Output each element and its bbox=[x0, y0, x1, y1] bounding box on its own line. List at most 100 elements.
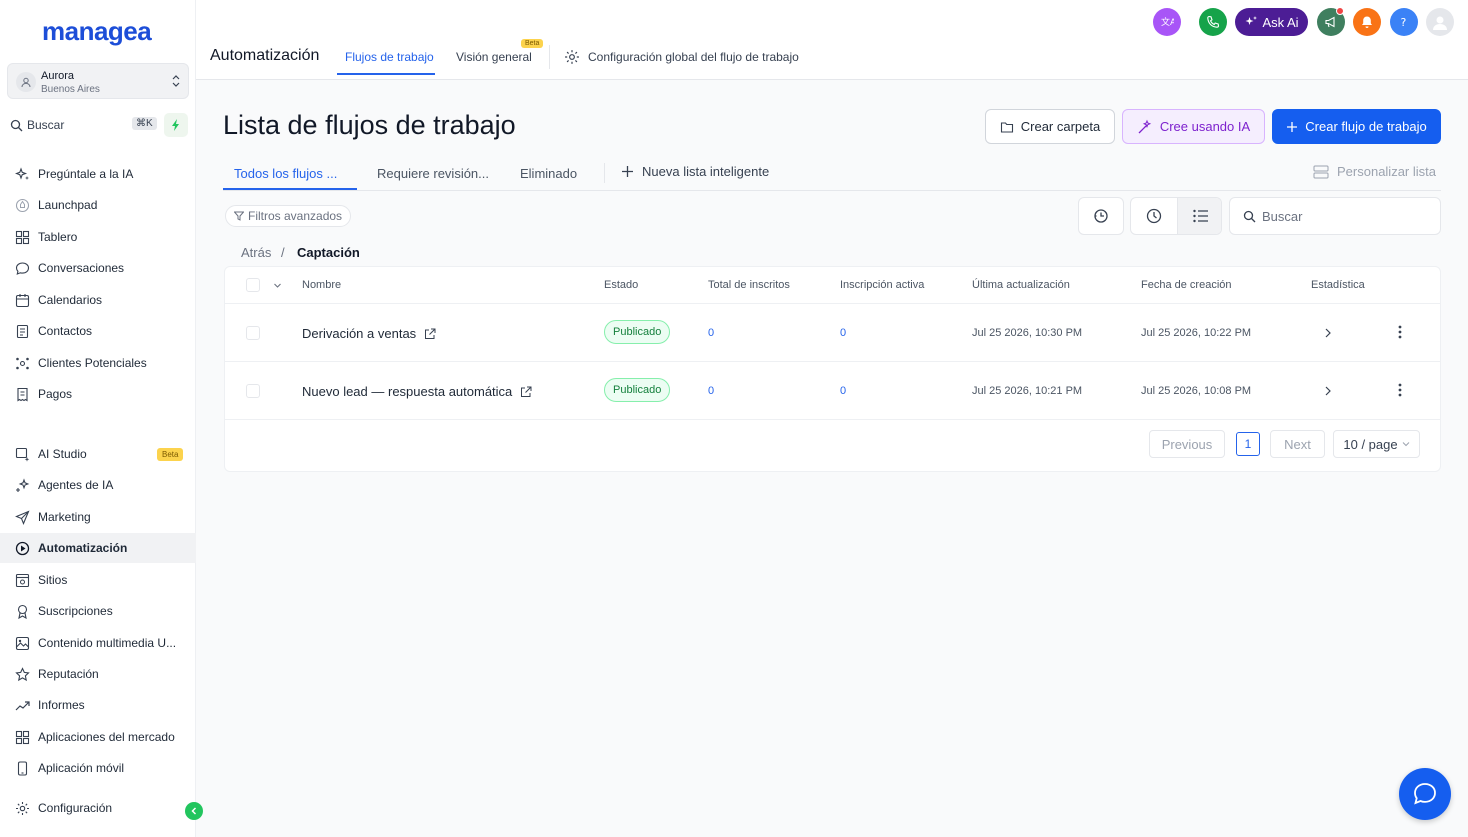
search-input[interactable] bbox=[1262, 208, 1432, 224]
sidebar-item-dashboard[interactable]: Tablero bbox=[0, 222, 196, 252]
support-chat-button[interactable] bbox=[1399, 768, 1451, 820]
calendar-icon bbox=[15, 293, 30, 308]
location-switcher[interactable]: Aurora Buenos Aires bbox=[7, 63, 189, 99]
create-with-ai-button[interactable]: Cree usando IA bbox=[1122, 109, 1265, 144]
column-header-statistics[interactable]: Estadística bbox=[1311, 279, 1365, 291]
sidebar-item-calendars[interactable]: Calendarios bbox=[0, 285, 196, 315]
active-enrollment[interactable]: 0 bbox=[840, 385, 846, 397]
trend-icon bbox=[15, 698, 30, 713]
page-size-select[interactable]: 10 / page bbox=[1333, 430, 1420, 458]
external-link-icon[interactable] bbox=[520, 386, 532, 398]
sidebar-item-reputation[interactable]: Reputación bbox=[0, 659, 196, 689]
page-number-button[interactable]: 1 bbox=[1236, 432, 1260, 456]
sidebar-item-ai-agents[interactable]: Agentes de IA bbox=[0, 470, 196, 500]
user-avatar[interactable] bbox=[1426, 8, 1454, 36]
notifications-button[interactable] bbox=[1353, 8, 1381, 36]
tabs-divider bbox=[223, 190, 1441, 191]
translate-button[interactable]: 文A bbox=[1153, 8, 1181, 36]
sidebar-item-launchpad[interactable]: Launchpad bbox=[0, 190, 196, 220]
phone-button[interactable] bbox=[1199, 8, 1227, 36]
section-title: Automatización bbox=[210, 47, 320, 64]
select-all-checkbox[interactable] bbox=[246, 278, 260, 292]
row-checkbox[interactable] bbox=[246, 326, 260, 340]
chevron-down-icon[interactable] bbox=[273, 281, 282, 290]
quick-action-button[interactable] bbox=[164, 113, 188, 137]
sidebar-item-payments[interactable]: Pagos bbox=[0, 379, 196, 409]
chevron-right-icon[interactable] bbox=[1323, 327, 1333, 339]
active-enrollment[interactable]: 0 bbox=[840, 327, 846, 339]
workflow-search[interactable] bbox=[1229, 197, 1441, 235]
breadcrumb-back-link[interactable]: Atrás bbox=[241, 245, 271, 260]
clock-view-button[interactable] bbox=[1131, 198, 1177, 234]
kebab-menu-icon[interactable] bbox=[1397, 324, 1403, 340]
sidebar-item-marketplace[interactable]: Aplicaciones del mercado bbox=[0, 722, 196, 752]
sidebar-item-automation[interactable]: Automatización bbox=[0, 533, 196, 563]
gear-icon bbox=[564, 49, 580, 65]
tab-global-settings[interactable]: Configuración global del flujo de trabaj… bbox=[588, 50, 799, 64]
tab-workflows[interactable]: Flujos de trabajo bbox=[345, 50, 434, 64]
tab-overview[interactable]: Visión general bbox=[456, 50, 532, 64]
brand-logo[interactable]: managea bbox=[42, 16, 152, 47]
create-workflow-button[interactable]: Crear flujo de trabajo bbox=[1272, 109, 1441, 144]
create-workflow-label: Crear flujo de trabajo bbox=[1305, 119, 1427, 134]
help-button[interactable]: ? bbox=[1390, 8, 1418, 36]
sidebar-item-marketing[interactable]: Marketing bbox=[0, 502, 196, 532]
column-header-active-enrollment[interactable]: Inscripción activa bbox=[840, 279, 924, 291]
tab-deleted[interactable]: Eliminado bbox=[520, 166, 577, 181]
collapse-sidebar-button[interactable] bbox=[185, 802, 203, 820]
external-link-icon[interactable] bbox=[424, 328, 436, 340]
workflow-name-text: Derivación a ventas bbox=[302, 326, 417, 341]
workflow-name-text: Nuevo lead — respuesta automática bbox=[302, 384, 513, 399]
sidebar-item-ask-ai[interactable]: Pregúntale a la IA bbox=[0, 159, 196, 189]
ai-studio-icon bbox=[15, 447, 30, 462]
column-header-status[interactable]: Estado bbox=[604, 279, 638, 291]
previous-page-button[interactable]: Previous bbox=[1149, 430, 1225, 458]
column-header-created[interactable]: Fecha de creación bbox=[1141, 279, 1232, 291]
history-view-button[interactable] bbox=[1078, 197, 1124, 235]
last-updated: Jul 25 2026, 10:21 PM bbox=[972, 385, 1083, 397]
last-updated: Jul 25 2026, 10:30 PM bbox=[972, 327, 1083, 339]
create-folder-button[interactable]: Crear carpeta bbox=[985, 109, 1115, 144]
search-shortcut: ⌘K bbox=[132, 117, 157, 130]
sidebar-item-subscriptions[interactable]: Suscripciones bbox=[0, 596, 196, 626]
plus-icon bbox=[1286, 121, 1298, 133]
advanced-filters-button[interactable]: Filtros avanzados bbox=[225, 205, 352, 227]
kebab-menu-icon[interactable] bbox=[1397, 382, 1403, 398]
list-icon bbox=[1192, 209, 1209, 223]
chevron-right-icon[interactable] bbox=[1323, 385, 1333, 397]
list-view-button[interactable] bbox=[1177, 198, 1221, 234]
workflow-name[interactable]: Derivación a ventas bbox=[302, 326, 436, 341]
ask-ai-button[interactable]: Ask Ai bbox=[1235, 8, 1308, 36]
notification-dot bbox=[1336, 7, 1344, 15]
sidebar-item-sites[interactable]: Sitios bbox=[0, 565, 196, 595]
sidebar-item-contacts[interactable]: Contactos bbox=[0, 316, 196, 346]
sidebar-item-conversations[interactable]: Conversaciones bbox=[0, 253, 196, 283]
sidebar-item-reports[interactable]: Informes bbox=[0, 690, 196, 720]
divider bbox=[549, 45, 550, 69]
plus-icon bbox=[621, 165, 634, 178]
tab-all-workflows[interactable]: Todos los flujos ... bbox=[234, 166, 337, 181]
page-title: Lista de flujos de trabajo bbox=[223, 110, 516, 140]
table-row[interactable]: Nuevo lead — respuesta automática Public… bbox=[225, 362, 1440, 420]
sidebar-item-mobile-app[interactable]: Aplicación móvil bbox=[0, 753, 196, 783]
customize-list-label: Personalizar lista bbox=[1337, 164, 1436, 179]
row-checkbox[interactable] bbox=[246, 384, 260, 398]
sidebar-item-leads[interactable]: Clientes Potenciales bbox=[0, 348, 196, 378]
search-icon bbox=[1243, 210, 1256, 223]
sparkle-icon bbox=[15, 167, 30, 182]
chat-bubble-icon bbox=[1412, 782, 1438, 806]
column-header-last-updated[interactable]: Última actualización bbox=[972, 279, 1070, 291]
new-smart-list-button[interactable]: Nueva lista inteligente bbox=[621, 164, 769, 179]
column-header-total-enrolled[interactable]: Total de inscritos bbox=[708, 279, 790, 291]
column-header-name[interactable]: Nombre bbox=[302, 279, 341, 291]
bolt-icon bbox=[171, 119, 181, 131]
table-row[interactable]: Derivación a ventas Publicado 0 0 Jul 25… bbox=[225, 304, 1440, 362]
tab-needs-review[interactable]: Requiere revisión... bbox=[377, 166, 489, 181]
total-enrolled[interactable]: 0 bbox=[708, 327, 714, 339]
total-enrolled[interactable]: 0 bbox=[708, 385, 714, 397]
sidebar-item-media[interactable]: Contenido multimedia U... bbox=[0, 628, 196, 658]
next-page-button[interactable]: Next bbox=[1270, 430, 1325, 458]
sidebar-item-settings[interactable]: Configuración bbox=[0, 793, 196, 823]
workflow-name[interactable]: Nuevo lead — respuesta automática bbox=[302, 384, 532, 399]
customize-list-button[interactable]: Personalizar lista bbox=[1313, 164, 1436, 179]
